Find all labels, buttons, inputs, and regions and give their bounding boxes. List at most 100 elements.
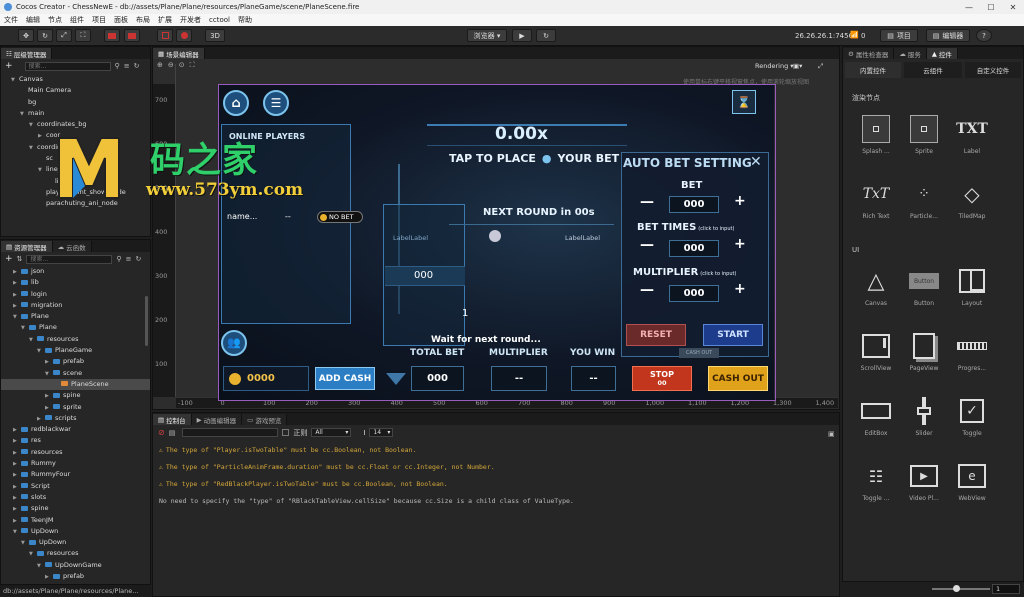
3d-toggle-button[interactable]: 3D: [205, 29, 225, 42]
control-webview[interactable]: e WebView: [945, 455, 999, 515]
scale-tool-icon[interactable]: ⤢: [56, 29, 72, 42]
menu-button[interactable]: ☰: [263, 90, 289, 116]
refresh-icon[interactable]: ↻: [135, 255, 141, 263]
dropdown-arrow-icon[interactable]: [386, 373, 406, 385]
asset-item[interactable]: ▶ resources: [1, 447, 150, 458]
collapse-icon[interactable]: ≡: [124, 62, 130, 70]
font-size-select[interactable]: 14 ▾: [369, 428, 394, 437]
close-button[interactable]: ✕: [1002, 0, 1024, 14]
asset-item[interactable]: ▶ spine: [1, 503, 150, 514]
menu-project[interactable]: 项目: [88, 15, 110, 25]
bet-times-minus-button[interactable]: —: [640, 237, 654, 253]
collapsed-arrow-icon[interactable]: ▶: [13, 504, 21, 515]
control-layout[interactable]: Layout: [945, 260, 999, 320]
rendering-select[interactable]: Rendering ▾: [755, 62, 794, 70]
console-log-row[interactable]: ⚠ The type of "ParticleAnimFrame.duration…: [153, 459, 839, 476]
controls-tab[interactable]: ▲ 控件: [926, 48, 958, 59]
log-level-select[interactable]: All ▾: [311, 428, 352, 437]
asset-item[interactable]: ▶ login: [1, 289, 150, 300]
game-preview-tab[interactable]: ▭ 游戏预览: [242, 414, 288, 425]
menu-layout[interactable]: 布局: [132, 15, 154, 25]
asset-item[interactable]: ▶ spine: [1, 390, 150, 401]
scene-editor-tab[interactable]: ▦ 场景编辑器: [153, 48, 205, 59]
assets-tab[interactable]: ▤ 资源管理器: [1, 241, 53, 252]
cloud-functions-tab[interactable]: ☁ 云函数: [52, 241, 92, 252]
open-log-icon[interactable]: ▤: [169, 429, 176, 437]
regex-checkbox[interactable]: [282, 429, 290, 436]
zoom-slider-handle[interactable]: [953, 585, 960, 592]
asset-item[interactable]: ▶ Rummy: [1, 458, 150, 469]
console-filter-input[interactable]: [182, 428, 279, 437]
zoom-out-icon[interactable]: ⊖: [168, 61, 174, 69]
bet-minus-button[interactable]: —: [640, 194, 654, 210]
control-canvas[interactable]: △ Canvas: [849, 260, 903, 320]
multiplier-input[interactable]: 000: [669, 285, 719, 302]
assets-search-input[interactable]: 搜索...: [26, 254, 113, 264]
expanded-arrow-icon[interactable]: ▼: [45, 369, 53, 380]
expanded-arrow-icon[interactable]: ▼: [21, 323, 29, 334]
record-history-button[interactable]: ⌛: [732, 90, 756, 114]
zoom-in-icon[interactable]: ⊕: [157, 61, 163, 69]
help-button[interactable]: ?: [976, 29, 992, 42]
expanded-arrow-icon[interactable]: ▼: [20, 109, 28, 120]
asset-item[interactable]: ▶ slots: [1, 492, 150, 503]
rotate-tool-icon[interactable]: ↻: [37, 29, 53, 42]
bet-input[interactable]: 000: [669, 196, 719, 213]
control-progress[interactable]: Progres...: [945, 325, 999, 385]
play-button-icon[interactable]: ▶: [512, 29, 532, 42]
asset-item[interactable]: ▶ prefab: [1, 356, 150, 367]
menu-developer[interactable]: 开发者: [176, 15, 205, 25]
asset-item[interactable]: ▼ resources: [1, 334, 150, 345]
asset-item[interactable]: ▶ json: [1, 266, 150, 277]
asset-item[interactable]: ▼ PlaneGame: [1, 345, 150, 356]
fit-icon[interactable]: ⛶: [190, 61, 195, 70]
bet-times-plus-button[interactable]: +: [734, 236, 746, 252]
control-slider[interactable]: Slider: [897, 390, 951, 450]
add-node-icon[interactable]: +: [5, 61, 13, 71]
control-particle[interactable]: ⁘ Particle...: [897, 173, 951, 233]
search-icon[interactable]: ⚲: [115, 62, 120, 70]
hierarchy-node[interactable]: ▼ main: [1, 108, 150, 119]
control-sprite[interactable]: Sprite: [897, 108, 951, 168]
browser-select[interactable]: 浏览器 ▾: [467, 29, 507, 42]
expanded-arrow-icon[interactable]: ▼: [11, 75, 19, 86]
local-toggle-icon[interactable]: [124, 29, 140, 42]
collapsed-arrow-icon[interactable]: ▶: [13, 278, 21, 289]
asset-item[interactable]: ▶ migration: [1, 300, 150, 311]
control-toggle[interactable]: ✓ Toggle: [945, 390, 999, 450]
collapsed-arrow-icon[interactable]: ▶: [45, 357, 53, 368]
menu-file[interactable]: 文件: [0, 15, 22, 25]
expanded-arrow-icon[interactable]: ▼: [21, 538, 29, 549]
collapsed-arrow-icon[interactable]: ▶: [45, 391, 53, 402]
control-splash[interactable]: Splash ...: [849, 108, 903, 168]
collapsed-arrow-icon[interactable]: ▶: [13, 470, 21, 481]
asset-item[interactable]: ▼ UpDown: [1, 537, 150, 548]
asset-item[interactable]: ▶ sprite: [1, 402, 150, 413]
console-menu-icon[interactable]: ▣: [828, 430, 835, 438]
control-label[interactable]: TXT Label: [945, 108, 999, 168]
rect-tool-icon[interactable]: ⛶: [75, 29, 91, 42]
expanded-arrow-icon[interactable]: ▼: [38, 165, 46, 176]
control-videoplayer[interactable]: ▶ Video Pl...: [897, 455, 951, 515]
custom-controls-tab[interactable]: 自定义控件: [965, 62, 1021, 78]
animation-editor-tab[interactable]: ▶ 动画编辑器: [191, 414, 243, 425]
maximize-button[interactable]: ☐: [980, 0, 1002, 14]
refresh-button-icon[interactable]: ↻: [536, 29, 556, 42]
zoom-slider-track[interactable]: [932, 588, 990, 590]
console-log-row[interactable]: No need to specify the "type" of "RBlack…: [153, 493, 839, 510]
menu-panel[interactable]: 面板: [110, 15, 132, 25]
expanded-arrow-icon[interactable]: ▼: [29, 120, 37, 131]
asset-item[interactable]: ▶ res: [1, 435, 150, 446]
control-togglegroup[interactable]: ☷ Toggle ...: [849, 455, 903, 515]
asset-item[interactable]: ▶ lib: [1, 277, 150, 288]
collapse-icon[interactable]: ≡: [126, 255, 132, 263]
bet-plus-button[interactable]: +: [734, 193, 746, 209]
asset-item[interactable]: ▶ scripts: [1, 413, 150, 424]
home-button[interactable]: ⌂: [223, 90, 249, 116]
menu-component[interactable]: 组件: [66, 15, 88, 25]
project-button[interactable]: ▤ 项目: [880, 29, 918, 42]
asset-item[interactable]: ▶ prefab: [1, 571, 150, 580]
console-tab[interactable]: ▤ 控制台: [153, 414, 192, 425]
stop-button[interactable]: STOP 00: [632, 366, 692, 391]
cash-out-button[interactable]: CASH OUT: [708, 366, 768, 391]
